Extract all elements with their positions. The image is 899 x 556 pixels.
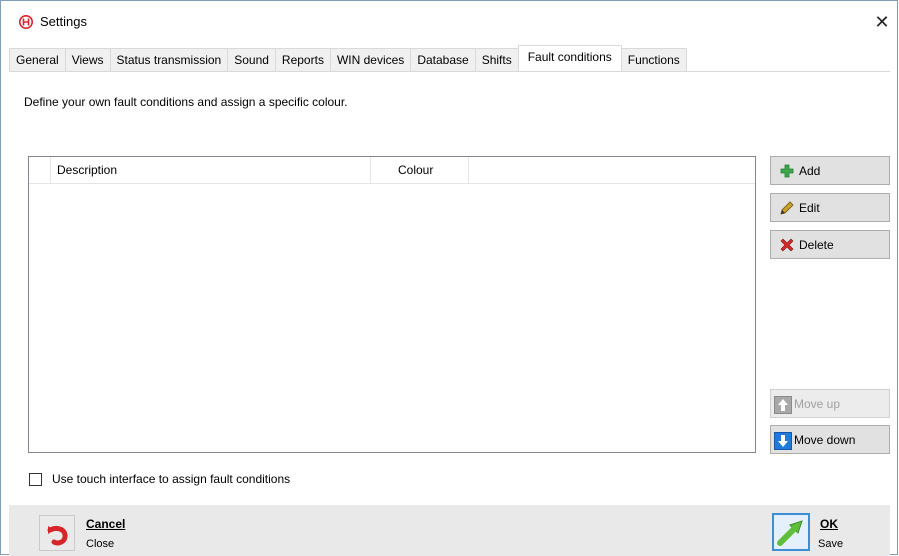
move-down-label: Move down bbox=[794, 432, 856, 447]
edit-button[interactable]: Edit bbox=[770, 193, 890, 222]
plus-icon bbox=[779, 163, 795, 179]
tab-functions[interactable]: Functions bbox=[620, 48, 687, 71]
cancel-sublabel: Close bbox=[86, 538, 115, 550]
touch-interface-checkbox[interactable] bbox=[29, 472, 42, 486]
fault-conditions-list[interactable]: Description Colour bbox=[28, 156, 756, 453]
tab-general[interactable]: General bbox=[9, 48, 66, 71]
tab-database[interactable]: Database bbox=[410, 48, 476, 71]
ok-sublabel: Save bbox=[818, 538, 844, 550]
tab-strip: General Views Status transmission Sound … bbox=[9, 45, 687, 71]
intro-text: Define your own fault conditions and ass… bbox=[24, 95, 348, 109]
pencil-icon bbox=[779, 200, 795, 216]
tab-win-devices[interactable]: WIN devices bbox=[329, 48, 412, 71]
ok-button[interactable] bbox=[772, 513, 810, 551]
touch-interface-label: Use touch interface to assign fault cond… bbox=[52, 472, 291, 486]
tab-views[interactable]: Views bbox=[64, 48, 111, 71]
touch-interface-option[interactable]: Use touch interface to assign fault cond… bbox=[29, 472, 290, 486]
tab-status-transmission[interactable]: Status transmission bbox=[109, 48, 229, 71]
ok-label[interactable]: OK bbox=[820, 517, 838, 531]
footer-bar: Cancel Close OK Save bbox=[9, 505, 890, 556]
cancel-button[interactable] bbox=[39, 515, 75, 551]
settings-window: Settings ✕ General Views Status transmis… bbox=[0, 0, 898, 556]
move-up-button[interactable]: Move up bbox=[770, 389, 890, 418]
delete-x-icon bbox=[779, 237, 795, 253]
undo-arrow-icon bbox=[40, 525, 74, 553]
tab-sound[interactable]: Sound bbox=[227, 48, 276, 71]
edit-label: Edit bbox=[799, 200, 820, 215]
window-title: Settings bbox=[40, 14, 87, 29]
ok-arrow-icon bbox=[774, 520, 808, 552]
cancel-label[interactable]: Cancel bbox=[86, 517, 125, 531]
arrow-up-icon bbox=[774, 395, 792, 414]
column-header-select[interactable] bbox=[29, 157, 51, 183]
title-bar: Settings ✕ bbox=[1, 1, 897, 43]
move-up-label: Move up bbox=[794, 396, 841, 411]
tab-fault-conditions[interactable]: Fault conditions bbox=[517, 45, 622, 71]
move-down-button[interactable]: Move down bbox=[770, 425, 890, 454]
list-header: Description Colour bbox=[29, 157, 755, 184]
add-button[interactable]: Add bbox=[770, 156, 890, 185]
arrow-down-icon bbox=[774, 431, 792, 450]
column-header-colour[interactable]: Colour bbox=[371, 157, 469, 183]
tab-shifts[interactable]: Shifts bbox=[474, 48, 519, 71]
app-logo-icon bbox=[19, 15, 33, 29]
add-label: Add bbox=[799, 163, 821, 178]
column-header-description[interactable]: Description bbox=[51, 157, 371, 183]
delete-label: Delete bbox=[799, 237, 834, 252]
close-icon: ✕ bbox=[874, 12, 890, 32]
delete-button[interactable]: Delete bbox=[770, 230, 890, 259]
close-button[interactable]: ✕ bbox=[867, 7, 897, 37]
tab-reports[interactable]: Reports bbox=[274, 48, 331, 71]
